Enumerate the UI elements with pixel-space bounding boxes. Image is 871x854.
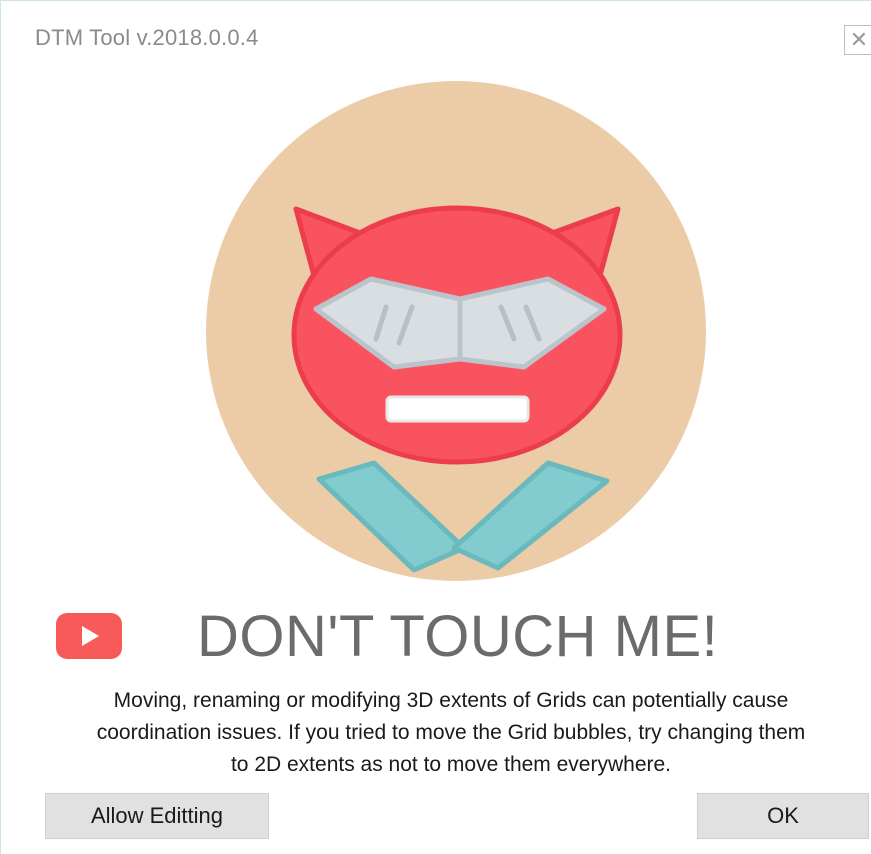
devil-robot-mascot-icon [206,81,706,581]
message-line: coordination issues. If you tried to mov… [96,721,806,744]
close-button[interactable]: ✕ [844,25,871,55]
headline: DON'T TOUCH ME! [197,604,719,669]
title-bar: DTM Tool v.2018.0.0.4 ✕ [1,1,871,73]
allow-editing-button[interactable]: Allow Editting [45,793,269,839]
ok-button[interactable]: OK [697,793,869,839]
close-icon: ✕ [849,27,869,52]
message-line: to 2D extents as not to move them everyw… [230,753,672,776]
dialog-window: DTM Tool v.2018.0.0.4 ✕ DON'T TOUCH ME! … [0,0,871,854]
warning-message: Moving, renaming or modifying 3D extents… [31,685,871,781]
banner-row: DON'T TOUCH ME! [1,597,871,677]
window-title: DTM Tool v.2018.0.0.4 [35,25,259,50]
message-line: Moving, renaming or modifying 3D extents… [113,689,789,712]
youtube-icon [56,613,122,659]
mascot-mouth [385,395,530,423]
